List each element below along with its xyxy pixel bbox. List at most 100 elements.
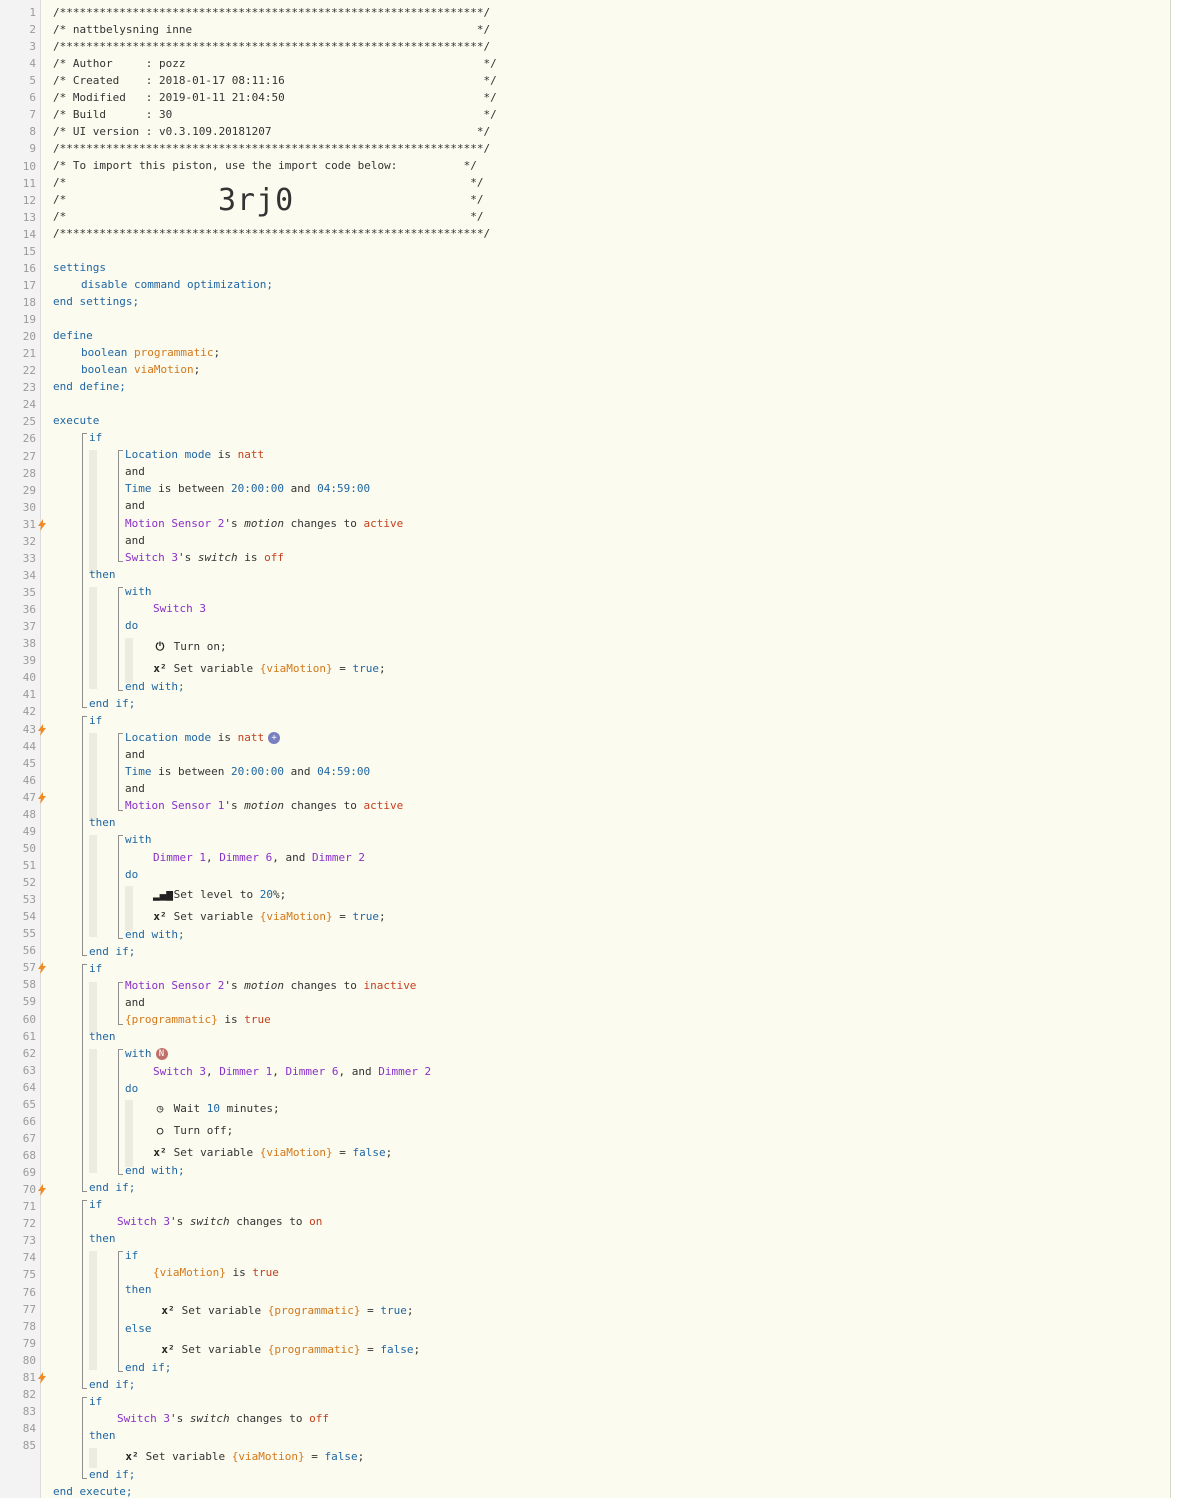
line-number: 40 [22,671,36,684]
task-wait[interactable]: ◷ Wait 10 minutes; [153,1102,280,1116]
operator-and[interactable]: and [125,782,145,796]
operator-and[interactable]: and [125,996,145,1010]
line-number: 17 [22,279,36,292]
condition-viamotion[interactable]: {viaMotion} is true [153,1266,279,1280]
line-number: 2 [29,23,36,36]
task-turn-off[interactable]: ○ Turn off; [153,1124,234,1138]
condition-location-mode[interactable]: Location mode is natt + [125,731,281,745]
if-bracket-1 [82,433,87,708]
task-set-variable[interactable]: x² Set variable {programmatic} = true; [161,1304,413,1318]
line-number: 29 [22,484,36,497]
line-number: 34 [22,569,36,582]
device-list[interactable]: Switch 3, Dimmer 1, Dimmer 6, and Dimmer… [153,1065,431,1079]
if-keyword[interactable]: if [89,1395,102,1409]
condition-bracket-2 [118,733,123,811]
condition-switch-3-off[interactable]: Switch 3's switch is off [125,551,284,565]
signal-level-icon: ▂▄▆ [153,888,173,901]
task-set-variable[interactable]: x² Set variable {viaMotion} = true; [153,662,385,676]
task-set-variable[interactable]: x² Set variable {programmatic} = false; [161,1343,420,1357]
if-keyword[interactable]: if [89,1198,102,1212]
with-bracket-2 [118,835,123,939]
condition-motion-sensor-1[interactable]: Motion Sensor 1's motion changes to acti… [125,799,403,813]
task-set-level[interactable]: ▂▄▆ Set level to 20%; [153,888,286,902]
line-number: 37 [22,620,36,633]
line-number: 19 [22,313,36,326]
code-line-9: /***************************************… [53,142,491,155]
line-number: 47 [22,791,36,804]
var-decl-viamotion[interactable]: boolean viaMotion; [81,363,200,377]
line-number: 54 [22,910,36,923]
else-keyword: else [125,1322,152,1335]
never-cancel-icon[interactable]: N [155,1048,168,1060]
device-list[interactable]: Dimmer 1, Dimmer 6, and Dimmer 2 [153,851,365,865]
task-set-variable[interactable]: x² Set variable {viaMotion} = false; [153,1146,392,1160]
with-keyword[interactable]: with [125,833,152,847]
line-number: 73 [22,1234,36,1247]
with-keyword[interactable]: with [125,585,152,599]
then-keyword: then [89,1429,116,1442]
line-number: 10 [22,160,36,173]
condition-time[interactable]: Time is between 20:00:00 and 04:59:00 [125,482,370,496]
line-number: 83 [22,1405,36,1418]
x2-variable-icon: x² [153,910,167,923]
if-bracket-2 [82,716,87,956]
line-number: 32 [22,535,36,548]
task-turn-on[interactable]: ⏻ Turn on; [153,640,227,654]
line-number: 6 [29,91,36,104]
line-number: 49 [22,825,36,838]
power-off-icon: ○ [156,1124,164,1137]
line-number: 59 [22,995,36,1008]
device-list[interactable]: Switch 3 [153,602,206,616]
x2-variable-icon: x² [161,1304,175,1317]
with-keyword[interactable]: with N [125,1047,168,1061]
clock-icon: ◷ [156,1102,164,1115]
condition-switch-3-off[interactable]: Switch 3's switch changes to off [117,1412,329,1426]
add-condition-icon[interactable]: + [268,732,281,744]
end-if: end if; [89,1181,136,1194]
end-execute: end execute; [53,1485,133,1498]
if-keyword[interactable]: if [89,431,102,445]
trigger-bolt-icon [38,1372,46,1384]
line-number: 52 [22,876,36,889]
line-number: 82 [22,1388,36,1401]
condition-time[interactable]: Time is between 20:00:00 and 04:59:00 [125,765,370,779]
indent-guide [125,1100,133,1167]
x2-variable-icon: x² [153,1146,167,1159]
task-set-variable[interactable]: x² Set variable {viaMotion} = true; [153,910,385,924]
condition-motion-sensor-2[interactable]: Motion Sensor 2's motion changes to acti… [125,517,403,531]
import-code[interactable]: 3rj0 [218,184,294,218]
line-number: 50 [22,842,36,855]
line-number: 56 [22,944,36,957]
if-bracket-5 [82,1397,87,1479]
line-number: 58 [22,978,36,991]
condition-motion-sensor-2[interactable]: Motion Sensor 2's motion changes to inac… [125,979,416,993]
line-number: 12 [22,194,36,207]
line-number: 66 [22,1115,36,1128]
condition-programmatic[interactable]: {programmatic} is true [125,1013,271,1027]
operator-and[interactable]: and [125,499,145,513]
var-decl-programmatic[interactable]: boolean programmatic; [81,346,220,360]
task-set-variable[interactable]: x² Set variable {viaMotion} = false; [125,1450,364,1464]
end-with: end with; [125,1164,185,1177]
condition-switch-3-on[interactable]: Switch 3's switch changes to on [117,1215,322,1229]
line-number: 33 [22,552,36,565]
line-number: 15 [22,245,36,258]
indent-guide [125,886,133,931]
operator-and[interactable]: and [125,465,145,479]
line-number: 22 [22,364,36,377]
indent-guide [89,982,97,1034]
trigger-bolt-icon [38,792,46,804]
code-line-6: /* Modified : 2019-01-11 21:04:50 */ [53,91,497,104]
operator-and[interactable]: and [125,748,145,762]
if-keyword[interactable]: if [89,714,102,728]
x2-variable-icon: x² [125,1450,139,1463]
line-number: 8 [29,125,36,138]
if-keyword[interactable]: if [125,1249,138,1263]
if-keyword[interactable]: if [89,962,102,976]
execute-keyword: execute [53,414,100,427]
operator-and[interactable]: and [125,534,145,548]
settings-option[interactable]: disable command optimization; [81,278,273,292]
indent-guide [89,835,97,937]
condition-location-mode[interactable]: Location mode is natt [125,448,264,462]
code-line-4: /* Author : pozz */ [53,57,497,70]
